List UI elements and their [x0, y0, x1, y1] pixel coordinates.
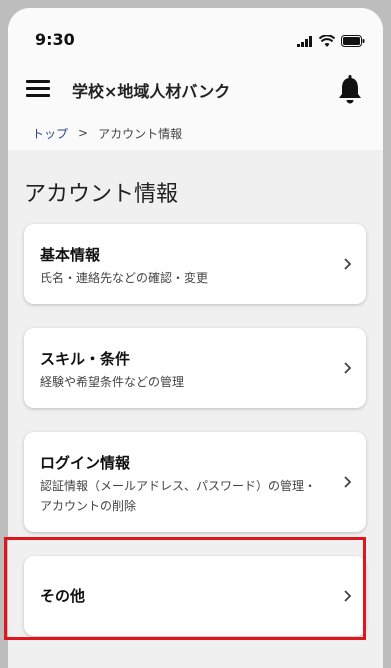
breadcrumb: トップ > アカウント情報: [8, 116, 383, 150]
menu-icon[interactable]: [26, 78, 52, 100]
battery-icon: [341, 35, 365, 47]
breadcrumb-current: アカウント情報: [98, 126, 183, 141]
chevron-right-icon: [344, 362, 352, 374]
highlight-box: [4, 537, 366, 640]
signal-icon: [297, 35, 312, 47]
status-icons: [297, 35, 365, 47]
chevron-right-icon: [344, 476, 352, 488]
page-title: アカウント情報: [24, 182, 179, 207]
card-title: 基本情報: [40, 246, 101, 264]
app-bar: 学校×地域人材バンク: [8, 64, 383, 116]
status-time: 9:30: [35, 30, 75, 49]
card-title: スキル・条件: [40, 350, 131, 368]
wifi-icon: [319, 35, 335, 47]
card-subtitle: 経験や希望条件などの管理: [40, 375, 185, 389]
card-basic-info[interactable]: 基本情報 氏名・連絡先などの確認・変更: [24, 224, 366, 304]
app-title: 学校×地域人材バンク: [72, 82, 231, 101]
card-login-info[interactable]: ログイン情報 認証情報（メールアドレス、パスワード）の管理・アカウントの削除: [24, 432, 366, 532]
card-subtitle: 氏名・連絡先などの確認・変更: [40, 271, 209, 285]
bell-icon[interactable]: [335, 72, 365, 106]
status-bar: 9:30: [8, 8, 383, 64]
breadcrumb-home-link[interactable]: トップ: [32, 125, 68, 142]
chevron-right-icon: [344, 258, 352, 270]
card-subtitle: 認証情報（メールアドレス、パスワード）の管理・アカウントの削除: [40, 479, 317, 513]
breadcrumb-separator: >: [78, 126, 89, 140]
card-skills-conditions[interactable]: スキル・条件 経験や希望条件などの管理: [24, 328, 366, 408]
card-title: ログイン情報: [40, 454, 131, 472]
